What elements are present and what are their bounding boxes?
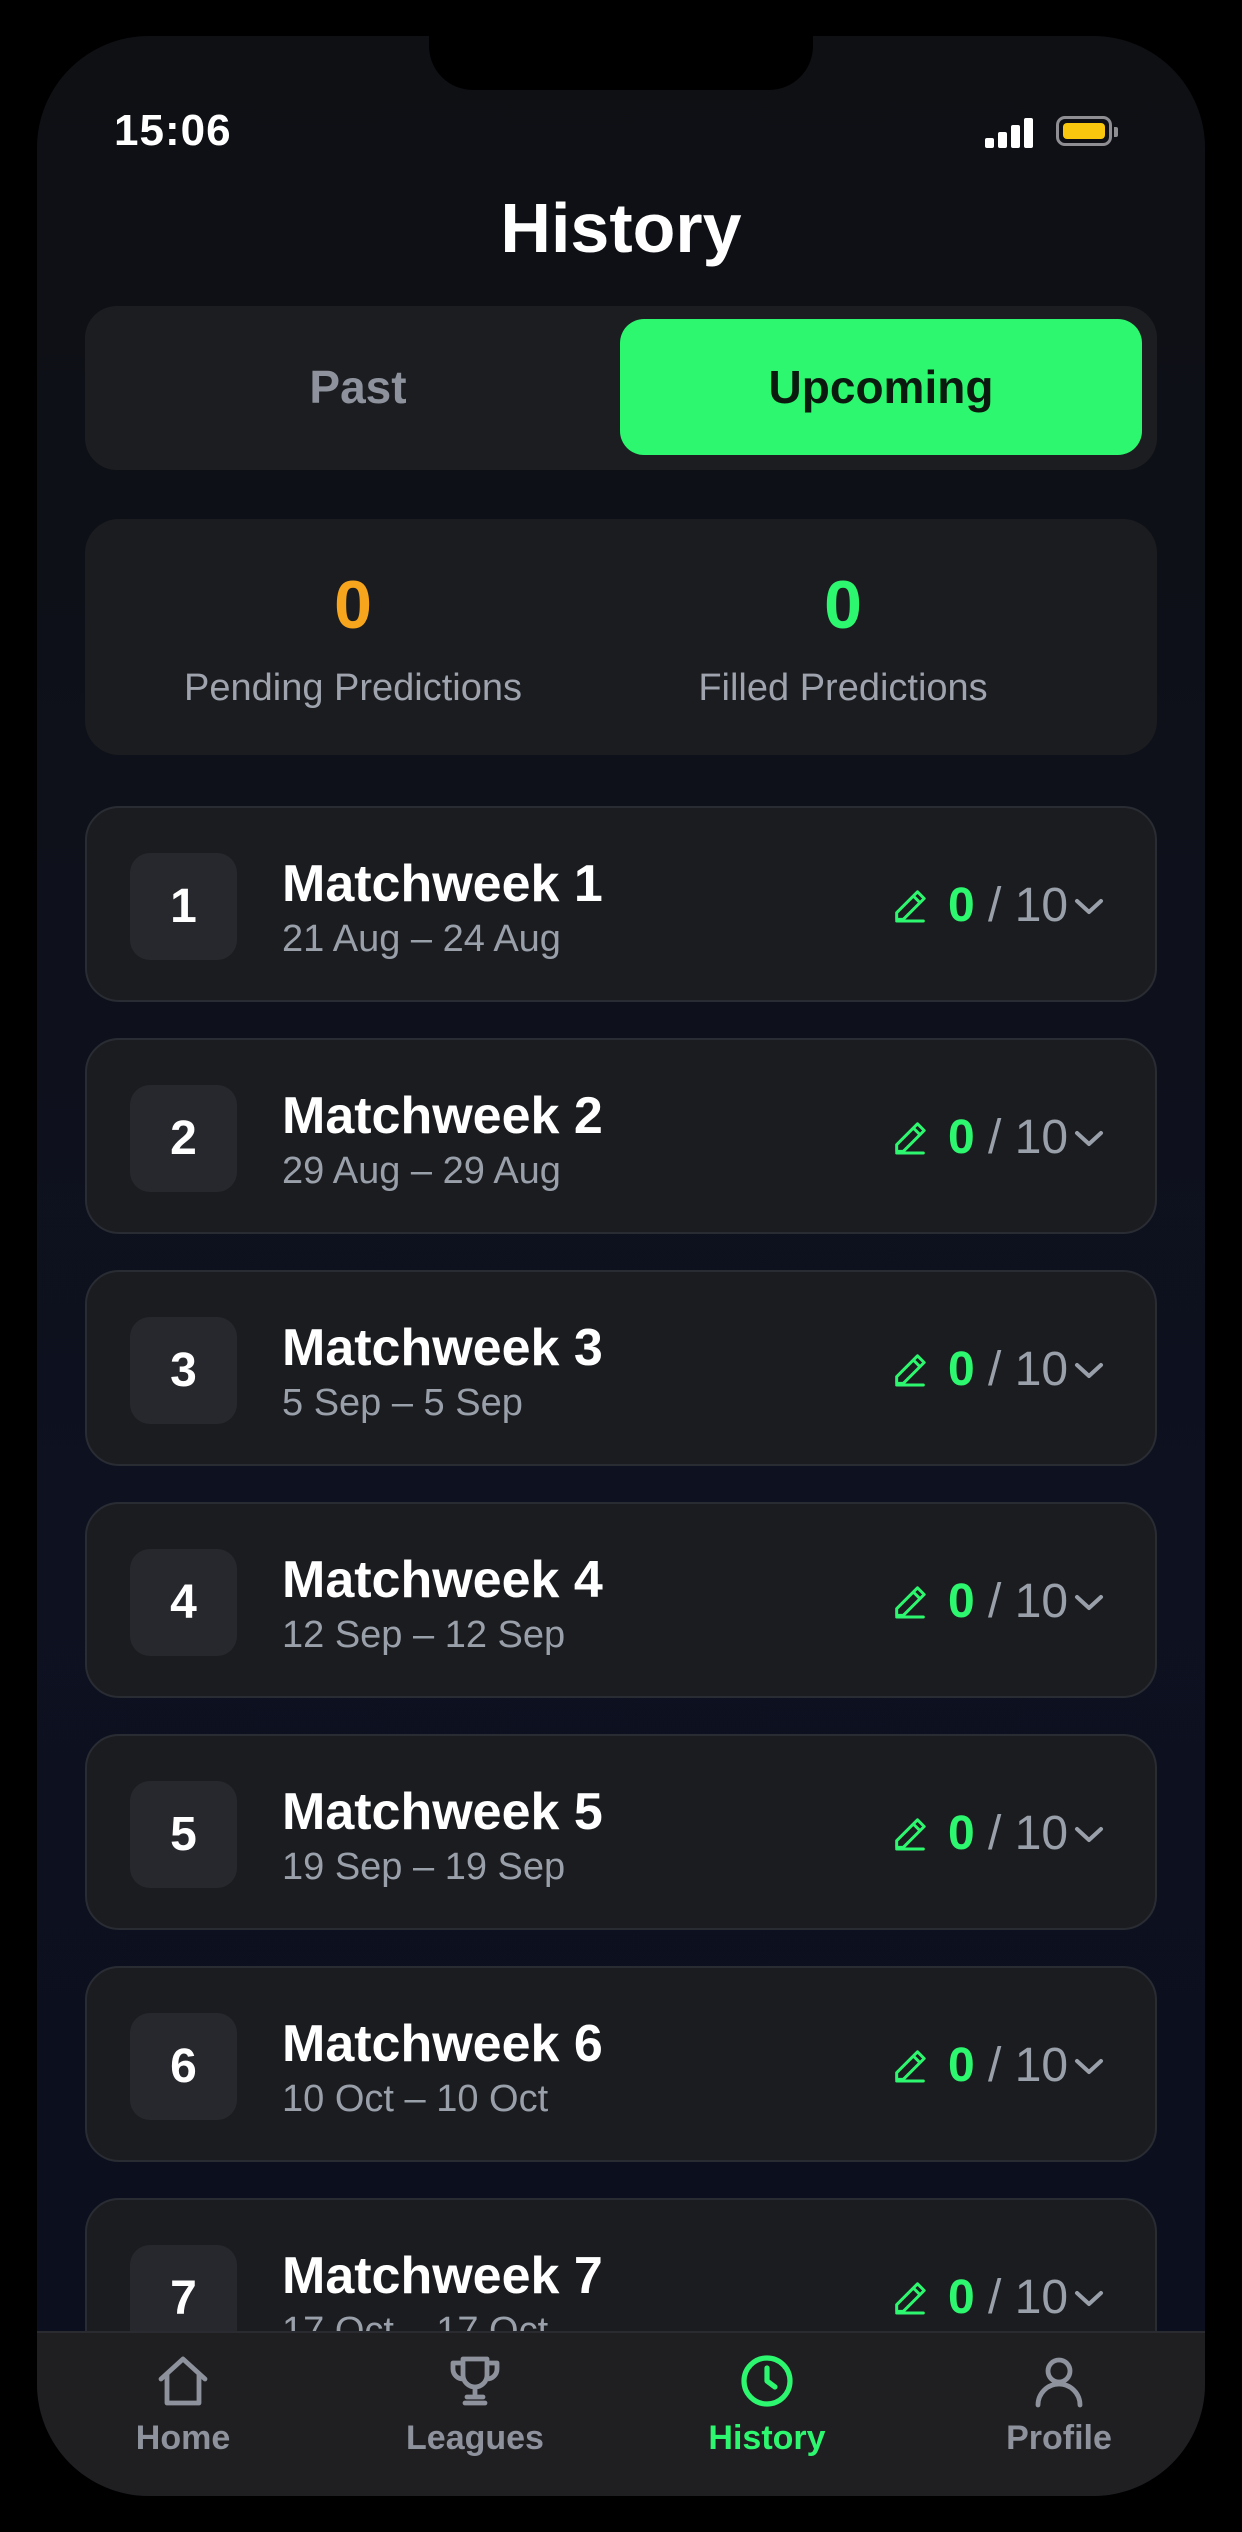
pencil-icon [895, 890, 926, 923]
tabbar-item-home[interactable]: Home [37, 2349, 329, 2458]
filled-count: 0 [824, 567, 862, 643]
prediction-count: 0 / 10 [948, 2271, 1069, 2324]
chevron-down-icon[interactable] [1072, 2286, 1106, 2310]
page-title: History [500, 189, 742, 267]
matchweek-number: 1 [130, 853, 237, 960]
matchweek-number: 2 [130, 1085, 237, 1192]
tabbar-label: Home [135, 2419, 231, 2457]
matchweek-number: 4 [130, 1549, 237, 1656]
matchweek-row[interactable]: 3 Matchweek 3 5 Sep – 5 Sep 0 / 10 [85, 1270, 1157, 1466]
matchweek-row[interactable]: 5 Matchweek 5 19 Sep – 19 Sep 0 / 10 [85, 1734, 1157, 1930]
segmented-control: Past Upcoming [85, 306, 1157, 470]
filled-label: Filled Predictions [698, 667, 988, 709]
matchweek-title: Matchweek 5 [282, 1783, 603, 1841]
person-icon [1035, 2357, 1083, 2408]
matchweek-title: Matchweek 3 [282, 1319, 603, 1377]
matchweek-row[interactable]: 4 Matchweek 4 12 Sep – 12 Sep 0 / 10 [85, 1502, 1157, 1698]
matchweek-row[interactable]: 1 Matchweek 1 21 Aug – 24 Aug 0 / 10 [85, 806, 1157, 1002]
tabbar-item-leagues[interactable]: Leagues [329, 2349, 621, 2458]
tabbar-item-history[interactable]: History [621, 2349, 913, 2458]
prediction-stats: 0 Pending Predictions 0 Filled Predictio… [85, 519, 1157, 755]
chevron-down-icon[interactable] [1072, 2054, 1106, 2078]
chevron-down-icon[interactable] [1072, 1822, 1106, 1846]
matchweek-dates: 29 Aug – 29 Aug [282, 1150, 561, 1192]
battery-icon [1056, 116, 1118, 146]
tabbar-label: Leagues [406, 2419, 544, 2457]
matchweek-title: Matchweek 6 [282, 2015, 603, 2073]
matchweek-number: 5 [130, 1781, 237, 1888]
status-time: 15:06 [114, 106, 232, 155]
tab-past[interactable]: Past [97, 319, 619, 455]
matchweek-dates: 19 Sep – 19 Sep [282, 1846, 566, 1888]
chevron-down-icon[interactable] [1072, 894, 1106, 918]
trophy-icon [450, 2356, 500, 2406]
pending-label: Pending Predictions [184, 667, 522, 709]
phone-screen: 15:06 History Past Upcoming 0 Pending Pr… [37, 36, 1205, 2496]
prediction-count: 0 / 10 [948, 1575, 1069, 1628]
prediction-count: 0 / 10 [948, 1343, 1069, 1396]
matchweek-row[interactable]: 6 Matchweek 6 10 Oct – 10 Oct 0 / 10 [85, 1966, 1157, 2162]
home-icon [158, 2356, 208, 2406]
matchweek-title: Matchweek 7 [282, 2247, 603, 2305]
chevron-down-icon[interactable] [1072, 1358, 1106, 1382]
signal-icon [985, 118, 1035, 148]
notch [429, 36, 813, 90]
pencil-icon [895, 2282, 926, 2315]
matchweek-number: 6 [130, 2013, 237, 2120]
matchweek-dates: 21 Aug – 24 Aug [282, 918, 561, 960]
pencil-icon [895, 1586, 926, 1619]
matchweek-dates: 10 Oct – 10 Oct [282, 2078, 549, 2120]
matchweek-dates: 5 Sep – 5 Sep [282, 1382, 523, 1424]
prediction-count: 0 / 10 [948, 1807, 1069, 1860]
chevron-down-icon[interactable] [1072, 1126, 1106, 1150]
pencil-icon [895, 1818, 926, 1851]
tabbar-label: History [708, 2419, 826, 2457]
clock-icon [741, 2355, 793, 2407]
pencil-icon [895, 2050, 926, 2083]
chevron-down-icon[interactable] [1072, 1590, 1106, 1614]
prediction-count: 0 / 10 [948, 1111, 1069, 1164]
prediction-count: 0 / 10 [948, 879, 1069, 932]
matchweek-dates: 12 Sep – 12 Sep [282, 1614, 566, 1656]
prediction-count: 0 / 10 [948, 2039, 1069, 2092]
matchweek-title: Matchweek 4 [282, 1551, 603, 1609]
matchweek-row[interactable]: 2 Matchweek 2 29 Aug – 29 Aug 0 / 10 [85, 1038, 1157, 1234]
matchweek-title: Matchweek 1 [282, 855, 603, 913]
pencil-icon [895, 1122, 926, 1155]
pending-stat: 0 Pending Predictions [85, 519, 621, 710]
tabbar-label: Profile [1006, 2419, 1112, 2457]
matchweek-number: 3 [130, 1317, 237, 1424]
pending-count: 0 [334, 567, 372, 643]
matchweek-title: Matchweek 2 [282, 1087, 603, 1145]
tab-bar: Home Leagues History Profile [37, 2331, 1205, 2496]
pencil-icon [895, 1354, 926, 1387]
filled-stat: 0 Filled Predictions [575, 519, 1111, 710]
tab-upcoming[interactable]: Upcoming [620, 319, 1142, 455]
tabbar-item-profile[interactable]: Profile [913, 2349, 1205, 2458]
